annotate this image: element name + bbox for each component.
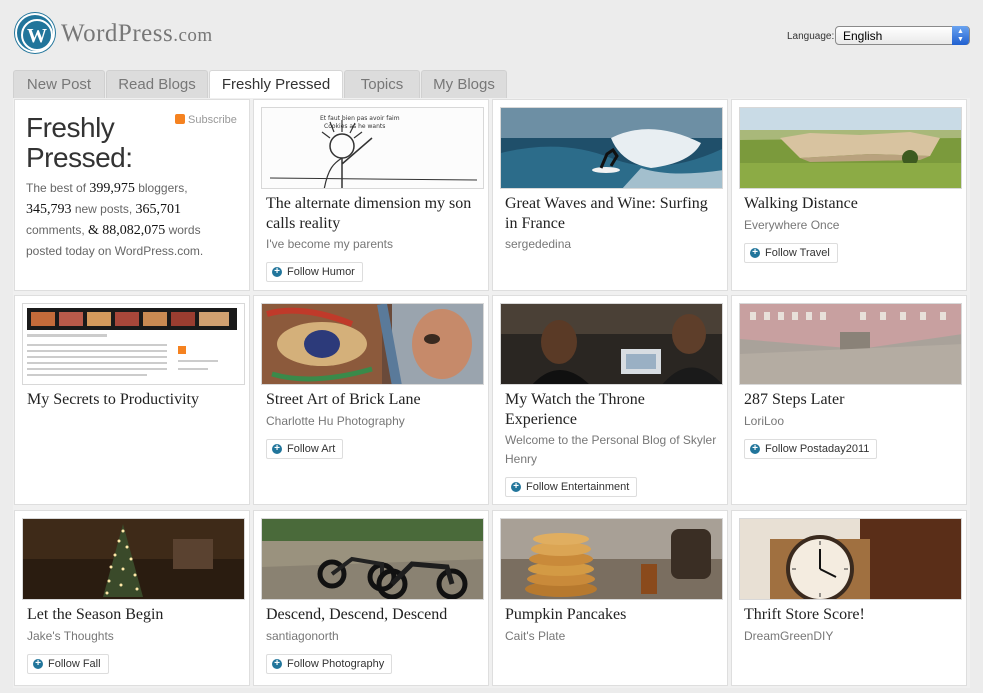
tab-topics[interactable]: Topics [344,70,420,99]
svg-text:Cookies as he wants: Cookies as he wants [324,123,385,130]
post-title[interactable]: The alternate dimension my son calls rea… [266,194,481,234]
post-thumbnail[interactable] [500,303,723,385]
post-card[interactable]: Et faut bien pas avoir faim Cookies as h… [253,99,489,291]
post-title[interactable]: Street Art of Brick Lane [266,390,481,410]
post-thumbnail[interactable] [739,303,962,385]
blog-name[interactable]: Everywhere Once [744,216,959,235]
post-card[interactable]: My Secrets to Productivity [14,295,250,505]
post-card[interactable]: Pumpkin Pancakes Cait's Plate [492,510,728,686]
post-thumbnail[interactable] [22,518,245,600]
select-arrows-icon: ▲ ▼ [952,26,969,45]
plus-icon: + [33,659,43,669]
blog-name[interactable]: Welcome to the Personal Blog of Skyler H… [505,431,720,469]
subscribe-link[interactable]: Subscribe [175,114,237,126]
follow-button[interactable]: + Follow Humor [266,262,363,282]
language-value: English [843,29,883,43]
words-count: 88,082,075 [102,223,166,238]
language-label: Language: [787,31,835,42]
post-card[interactable]: Street Art of Brick Lane Charlotte Hu Ph… [253,295,489,505]
post-card[interactable]: Great Waves and Wine: Surfing in France … [492,99,728,291]
page-title: Freshly Pressed: [26,112,133,173]
post-title[interactable]: Pumpkin Pancakes [505,605,720,625]
brand-suffix: .com [173,25,213,46]
post-title[interactable]: 287 Steps Later [744,390,959,410]
freshly-pressed-grid: Freshly Pressed: Subscribe The best of 39… [13,98,970,688]
tab-new-post[interactable]: New Post [13,70,105,99]
blog-name[interactable]: Charlotte Hu Photography [266,412,481,431]
plus-icon: + [272,444,282,454]
bloggers-count: 399,975 [89,181,135,196]
blog-name[interactable]: santiagonorth [266,627,481,646]
language-select[interactable]: English ▲ ▼ [835,26,970,45]
follow-button[interactable]: + Follow Entertainment [505,477,638,497]
plus-icon: + [750,248,760,258]
header: W WordPress.com Language: English ▲ ▼ [0,0,983,70]
plus-icon: + [511,482,521,492]
follow-button[interactable]: + Follow Travel [744,243,838,263]
post-card[interactable]: Descend, Descend, Descend santiagonorth … [253,510,489,686]
plus-icon: + [272,267,282,277]
post-card[interactable]: Thrift Store Score! DreamGreenDIY [731,510,967,686]
plus-icon: + [750,444,760,454]
blog-name[interactable]: LoriLoo [744,412,959,431]
post-card[interactable]: My Watch the Throne Experience Welcome t… [492,295,728,505]
comments-count: 365,701 [135,202,182,217]
post-thumbnail[interactable] [261,303,484,385]
post-thumbnail[interactable] [500,518,723,600]
post-thumbnail[interactable] [261,518,484,600]
follow-button[interactable]: + Follow Fall [27,654,109,674]
post-thumbnail[interactable] [500,107,723,189]
post-thumbnail[interactable] [739,107,962,189]
rss-icon [175,114,185,124]
posts-count: 345,793 [26,202,72,217]
stats-text: The best of 399,975 bloggers, 345,793 ne… [26,181,204,258]
post-title[interactable]: Walking Distance [744,194,959,214]
post-title[interactable]: Descend, Descend, Descend [266,605,481,625]
blog-name[interactable]: sergededina [505,235,720,254]
post-card[interactable]: Walking Distance Everywhere Once + Follow… [731,99,967,291]
tab-freshly-pressed[interactable]: Freshly Pressed [209,70,343,100]
brand-wordmark[interactable]: WordPress.com [61,20,213,48]
blog-name[interactable]: I've become my parents [266,235,481,254]
follow-button[interactable]: + Follow Postaday2011 [744,439,878,459]
tab-my-blogs[interactable]: My Blogs [421,70,507,99]
blog-name[interactable]: Cait's Plate [505,627,720,646]
post-thumbnail[interactable] [22,303,245,385]
post-thumbnail[interactable]: Et faut bien pas avoir faim Cookies as h… [261,107,484,189]
post-title[interactable]: My Watch the Throne Experience [505,390,720,430]
intro-card: Freshly Pressed: Subscribe The best of 39… [14,99,250,291]
follow-button[interactable]: + Follow Art [266,439,344,459]
post-card[interactable]: 287 Steps Later LoriLoo + Follow Postaday… [731,295,967,505]
post-card[interactable]: Let the Season Begin Jake's Thoughts + Fo… [14,510,250,686]
svg-text:Et faut bien pas avoir faim: Et faut bien pas avoir faim [320,115,400,122]
post-title[interactable]: Thrift Store Score! [744,605,959,625]
blog-name[interactable]: DreamGreenDIY [744,627,959,646]
brand-name: WordPress [61,20,174,47]
wordpress-logo-icon[interactable]: W [15,13,55,53]
post-title[interactable]: My Secrets to Productivity [27,390,242,410]
blog-name[interactable]: Jake's Thoughts [27,627,242,646]
plus-icon: + [272,659,282,669]
post-thumbnail[interactable] [739,518,962,600]
follow-button[interactable]: + Follow Photography [266,654,393,674]
post-title[interactable]: Let the Season Begin [27,605,242,625]
tab-read-blogs[interactable]: Read Blogs [106,70,208,99]
svg-text:W: W [27,25,47,47]
post-title[interactable]: Great Waves and Wine: Surfing in France [505,194,720,234]
